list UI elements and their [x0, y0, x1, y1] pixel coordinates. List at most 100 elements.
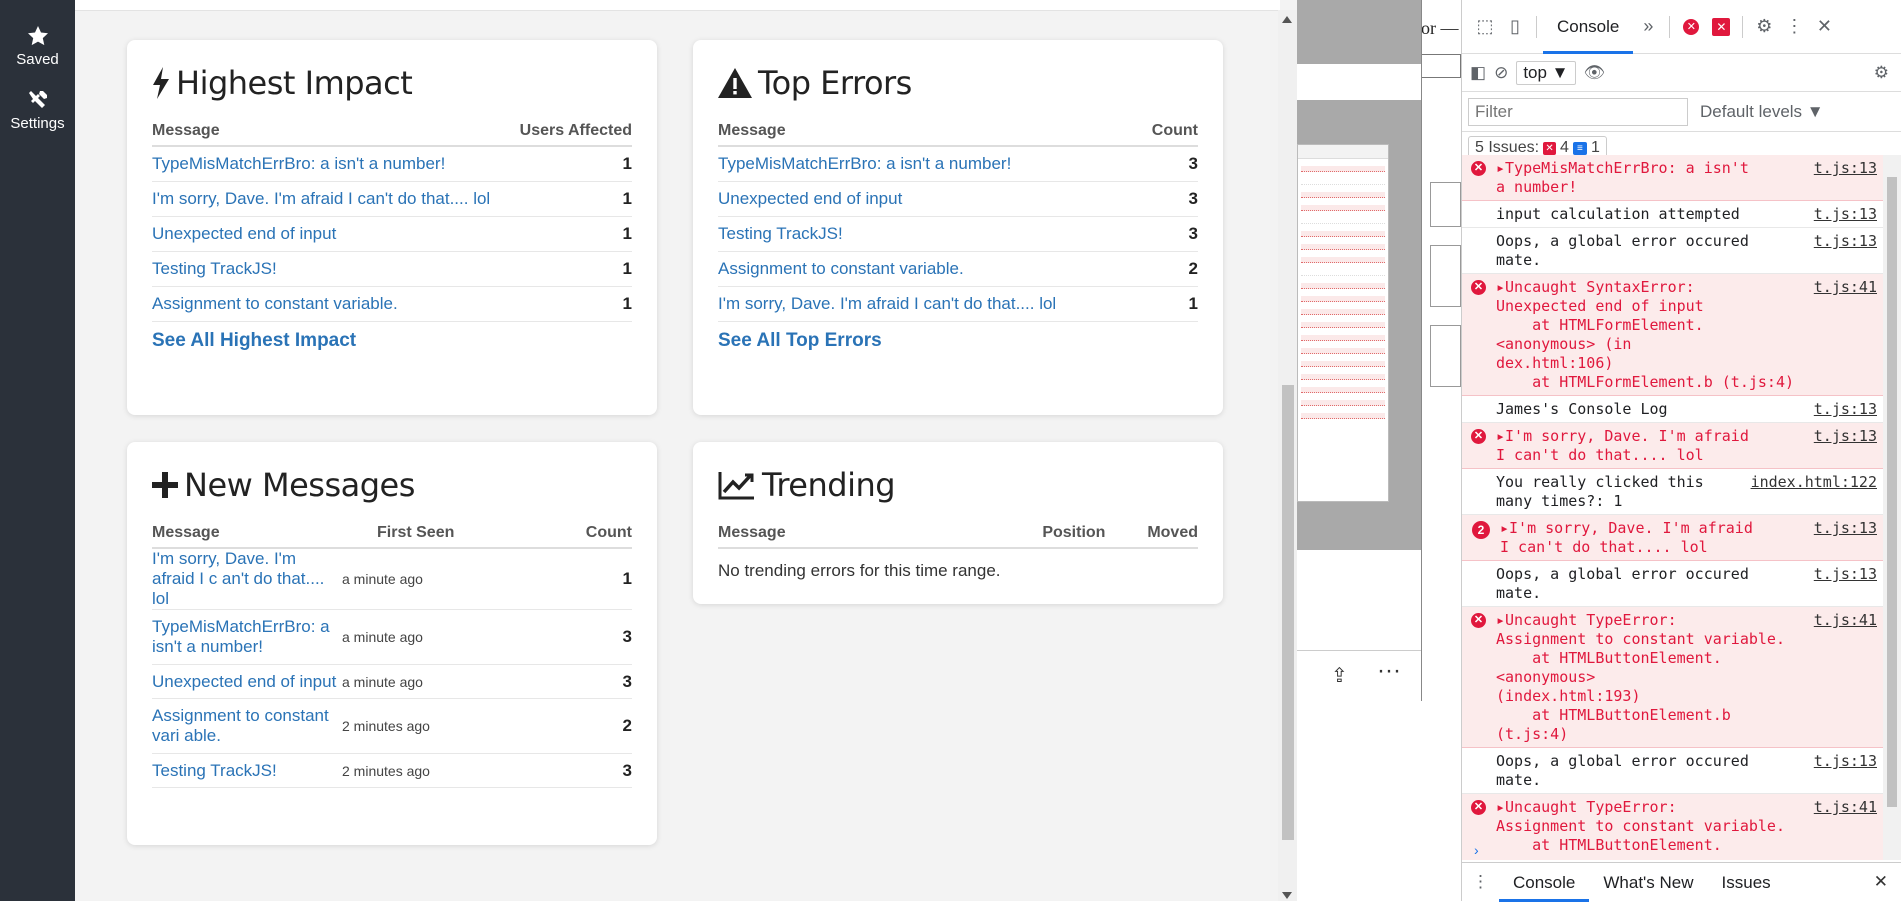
console-message-text: ▸Uncaught TypeError: Assignment to const… [1496, 798, 1785, 860]
tab-console[interactable]: Console [1543, 0, 1634, 54]
console-log-message[interactable]: Oops, a global error occured mate. t.js:1… [1462, 748, 1883, 794]
issue-error-icon: ✕ [1543, 141, 1557, 155]
error-message-link[interactable]: Testing TrackJS! [152, 761, 337, 781]
source-link[interactable]: t.js:13 [1814, 232, 1877, 251]
error-message-link[interactable]: TypeMisMatchErrBro: a isn't a number! [152, 617, 337, 657]
error-message-link[interactable]: Unexpected end of input [152, 224, 623, 244]
window-select[interactable] [1421, 54, 1461, 78]
error-message-link[interactable]: I'm sorry, Dave. I'm afraid I can't do t… [718, 294, 1189, 314]
see-all-top-errors-link[interactable]: See All Top Errors [718, 330, 1198, 352]
error-message-link[interactable]: Testing TrackJS! [718, 224, 1189, 244]
sidebar-item-settings[interactable]: Settings [0, 78, 75, 142]
source-link[interactable]: t.js:41 [1814, 798, 1877, 817]
console-message-text: ▸I'm sorry, Dave. I'm afraid I can't do … [1496, 427, 1749, 464]
more-tabs-icon[interactable]: » [1633, 12, 1663, 42]
error-badge-icon[interactable]: ✕ [1706, 12, 1736, 42]
window-box [1430, 325, 1461, 387]
console-scrollbar[interactable] [1883, 155, 1901, 860]
repeat-count-badge: 2 [1472, 521, 1490, 539]
console-log-message[interactable]: Oops, a global error occured mate. t.js:1… [1462, 561, 1883, 607]
source-link[interactable]: t.js:13 [1814, 519, 1877, 538]
window-bottom-bar: ⇪ ··· [1297, 650, 1421, 700]
console-log-message[interactable]: You really clicked this many times?: 1 in… [1462, 469, 1883, 515]
sidebar-item-saved[interactable]: Saved [0, 14, 75, 78]
console-message-text: input calculation attempted [1496, 205, 1740, 223]
table-row: Testing TrackJS! 3 [718, 217, 1198, 252]
console-error-message[interactable]: 2 ▸I'm sorry, Dave. I'm afraid I can't do… [1462, 515, 1883, 561]
clear-console-icon[interactable]: ⊘ [1494, 63, 1508, 83]
error-message-link[interactable]: Testing TrackJS! [152, 259, 623, 279]
console-prompt-icon[interactable]: › [1474, 842, 1479, 858]
bolt-icon [153, 67, 169, 99]
source-link[interactable]: t.js:13 [1814, 427, 1877, 446]
console-settings-gear-icon[interactable]: ⚙ [1874, 63, 1889, 83]
console-error-message[interactable]: ✕ ▸Uncaught TypeError: Assignment to cons… [1462, 607, 1883, 748]
error-message-link[interactable]: I'm sorry, Dave. I'm afraid I can't do t… [152, 189, 623, 209]
scrollbar-thumb[interactable] [1282, 385, 1294, 840]
scroll-up-arrow-icon[interactable] [1282, 16, 1292, 23]
table-row: Assignment to constant variable. 1 [152, 287, 632, 322]
scrollbar-thumb[interactable] [1887, 177, 1897, 807]
trending-empty-message: No trending errors for this time range. [718, 561, 1001, 580]
settings-gear-icon[interactable]: ⚙ [1749, 12, 1779, 42]
table-row: Unexpected end of input 1 [152, 217, 632, 252]
more-icon[interactable]: ··· [1377, 657, 1401, 685]
drawer-tab-whats-new[interactable]: What's New [1589, 863, 1707, 902]
source-link[interactable]: t.js:13 [1814, 205, 1877, 224]
source-link[interactable]: t.js:13 [1814, 565, 1877, 584]
error-message-link[interactable]: Assignment to constant variable. [152, 294, 623, 314]
row-count: 1 [622, 259, 632, 278]
context-selector[interactable]: top ▼ [1516, 60, 1576, 85]
table-row: I'm sorry, Dave. I'm afraid I c an't do … [152, 549, 632, 610]
top-border [75, 0, 1280, 11]
sidebar-toggle-icon[interactable]: ◧ [1470, 63, 1486, 83]
window-box [1430, 182, 1461, 227]
inspect-element-icon[interactable]: ⬚ [1470, 12, 1500, 42]
row-count: 1 [1188, 294, 1198, 313]
error-message-link[interactable]: TypeMisMatchErrBro: a isn't a number! [152, 154, 623, 174]
close-devtools-icon[interactable]: ✕ [1809, 12, 1839, 42]
console-error-message[interactable]: ✕ ▸Uncaught TypeError: Assignment to cons… [1462, 794, 1883, 860]
source-link[interactable]: t.js:41 [1814, 278, 1877, 297]
source-link[interactable]: t.js:41 [1814, 611, 1877, 630]
error-icon: ✕ [1471, 161, 1486, 176]
console-log-message[interactable]: James's Console Log t.js:13 [1462, 396, 1883, 423]
console-error-message[interactable]: ✕ ▸TypeMisMatchErrBro: a isn't a number! t… [1462, 155, 1883, 201]
error-message-link[interactable]: TypeMisMatchErrBro: a isn't a number! [718, 154, 1189, 174]
source-link[interactable]: t.js:13 [1814, 159, 1877, 178]
error-message-link[interactable]: Assignment to constant vari able. [152, 706, 337, 746]
error-message-link[interactable]: Assignment to constant variable. [718, 259, 1189, 279]
scroll-down-arrow-icon[interactable] [1282, 892, 1292, 899]
console-error-message[interactable]: ✕ ▸I'm sorry, Dave. I'm afraid I can't do… [1462, 423, 1883, 469]
error-message-link[interactable]: I'm sorry, Dave. I'm afraid I c an't do … [152, 549, 337, 609]
console-log-message[interactable]: input calculation attempted t.js:13 [1462, 201, 1883, 228]
console-message-text: James's Console Log [1496, 400, 1668, 418]
live-expression-eye-icon[interactable]: 👁 [1584, 63, 1606, 83]
drawer-tab-console[interactable]: Console [1499, 863, 1590, 902]
console-log-message[interactable]: Oops, a global error occured mate. t.js:1… [1462, 228, 1883, 274]
see-all-highest-impact-link[interactable]: See All Highest Impact [152, 330, 632, 352]
devtools-tabbar: ⬚ ▯ Console » ✕ ✕ ⚙ ⋮ ✕ [1462, 0, 1901, 54]
console-filter-input[interactable] [1468, 97, 1688, 126]
kebab-menu-icon[interactable]: ⋮ [1779, 12, 1809, 42]
main-scrollbar[interactable] [1278, 10, 1297, 901]
error-message-link[interactable]: Unexpected end of input [152, 672, 337, 692]
card-title-text: Trending [762, 466, 896, 504]
error-message-link[interactable]: Unexpected end of input [718, 189, 1189, 209]
table-row: Testing TrackJS! 1 [152, 252, 632, 287]
log-levels-dropdown[interactable]: Default levels ▼ [1700, 102, 1824, 122]
table-row: TypeMisMatchErrBro: a isn't a number! a m… [152, 610, 632, 665]
source-link[interactable]: index.html:122 [1751, 473, 1877, 492]
source-link[interactable]: t.js:13 [1814, 400, 1877, 419]
console-message-text: ▸Uncaught SyntaxError: Unexpected end of… [1496, 278, 1795, 391]
warning-icon [718, 68, 752, 98]
error-count-icon[interactable]: ✕ [1676, 12, 1706, 42]
close-drawer-icon[interactable]: ✕ [1874, 872, 1888, 892]
drawer-menu-icon[interactable]: ⋮ [1462, 872, 1499, 892]
console-error-message[interactable]: ✕ ▸Uncaught SyntaxError: Unexpected end o… [1462, 274, 1883, 396]
share-icon[interactable]: ⇪ [1331, 663, 1348, 688]
drawer-tab-issues[interactable]: Issues [1708, 863, 1785, 902]
device-toolbar-icon[interactable]: ▯ [1500, 12, 1530, 42]
source-link[interactable]: t.js:13 [1814, 752, 1877, 771]
first-seen-time: a minute ago [342, 629, 423, 645]
